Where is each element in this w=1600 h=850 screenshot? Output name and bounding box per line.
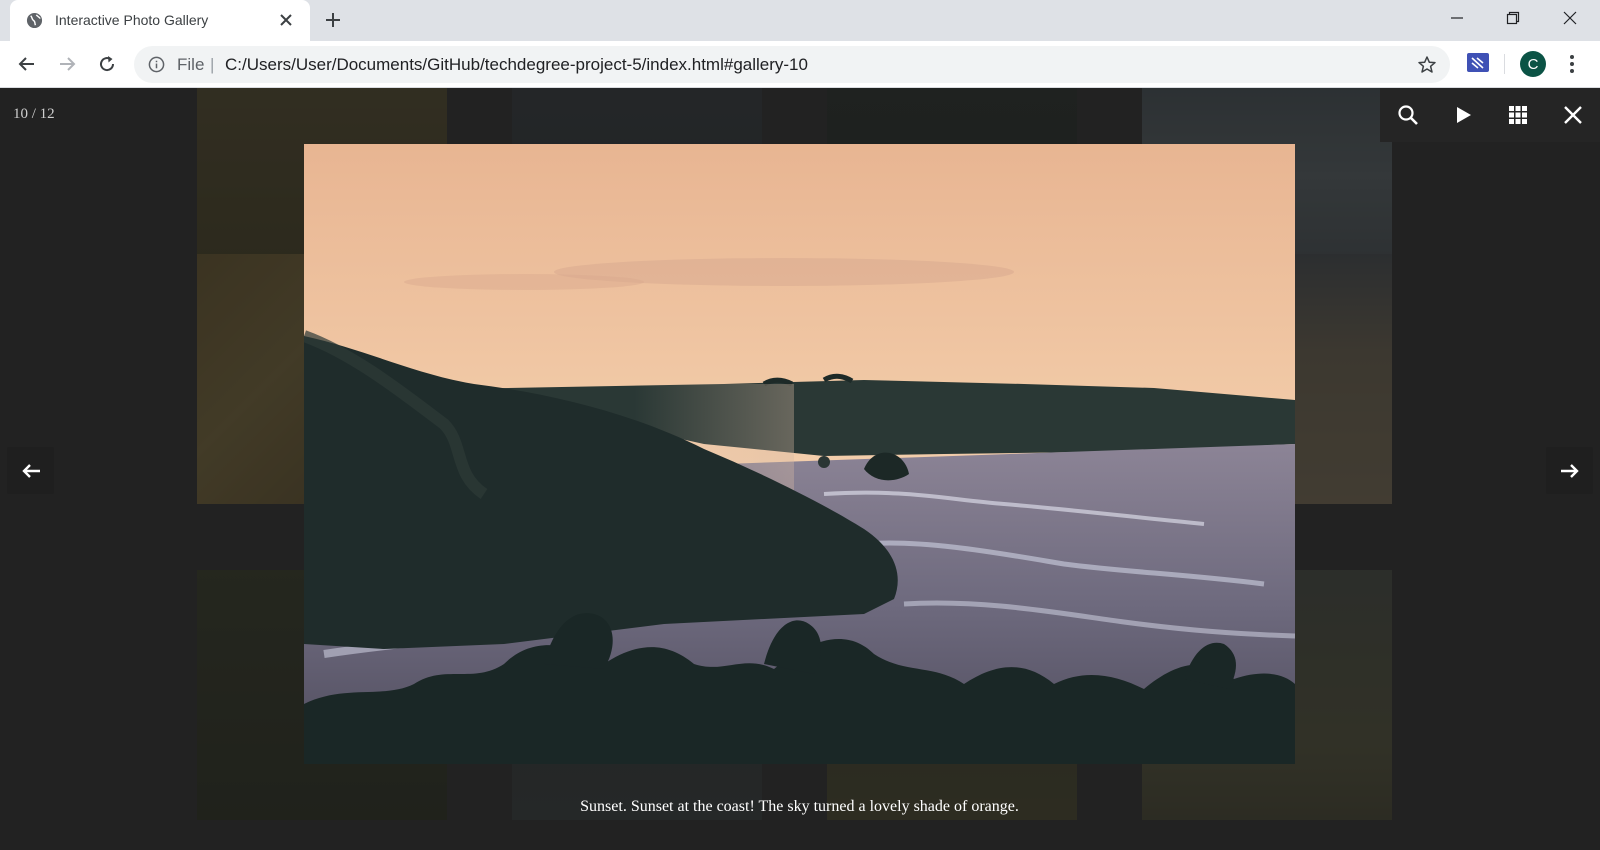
image-caption: Sunset. Sunset at the coast! The sky tur… bbox=[580, 798, 1019, 815]
close-icon bbox=[1564, 106, 1582, 124]
image-counter: 10 / 12 bbox=[13, 106, 55, 122]
profile-initial: C bbox=[1527, 55, 1539, 73]
browser-tab[interactable]: Interactive Photo Gallery bbox=[10, 0, 310, 41]
browser-menu-icon[interactable] bbox=[1562, 52, 1582, 76]
restore-icon bbox=[1506, 11, 1520, 25]
info-icon[interactable] bbox=[148, 56, 165, 73]
minimize-icon bbox=[1451, 17, 1463, 19]
close-window-icon bbox=[1563, 11, 1577, 25]
globe-icon bbox=[26, 12, 43, 29]
slideshow-button[interactable] bbox=[1451, 103, 1475, 127]
minimize-button[interactable] bbox=[1434, 0, 1480, 36]
address-bar[interactable]: File | C:/Users/User/Documents/GitHub/te… bbox=[134, 46, 1450, 83]
reload-button[interactable] bbox=[94, 51, 120, 77]
grid-icon bbox=[1509, 106, 1527, 124]
gallery-page: 10 / 12 Sunset. Sunset at the coast! The… bbox=[0, 88, 1600, 850]
forward-button[interactable] bbox=[54, 51, 80, 77]
lightbox-toolbar bbox=[1380, 88, 1600, 142]
previous-image-button[interactable] bbox=[7, 447, 54, 494]
next-image-button[interactable] bbox=[1546, 447, 1593, 494]
tab-title: Interactive Photo Gallery bbox=[55, 12, 209, 28]
arrow-forward-icon bbox=[60, 57, 76, 71]
browser-tab-strip: Interactive Photo Gallery bbox=[0, 0, 1600, 41]
lightbox-photo[interactable] bbox=[304, 144, 1295, 764]
thumbnails-button[interactable] bbox=[1506, 103, 1530, 127]
close-lightbox-button[interactable] bbox=[1561, 103, 1585, 127]
address-scheme: File bbox=[177, 55, 205, 74]
address-url[interactable]: C:/Users/User/Documents/GitHub/techdegre… bbox=[225, 55, 808, 75]
address-separator: | bbox=[210, 55, 215, 74]
toolbar-divider bbox=[1504, 54, 1505, 74]
arrow-left-icon bbox=[21, 463, 40, 478]
bookmark-star-icon[interactable] bbox=[1417, 55, 1437, 75]
arrow-right-icon bbox=[1560, 463, 1579, 478]
zoom-button[interactable] bbox=[1396, 103, 1420, 127]
profile-avatar[interactable]: C bbox=[1520, 51, 1546, 77]
browser-toolbar: File | C:/Users/User/Documents/GitHub/te… bbox=[0, 41, 1600, 88]
back-button[interactable] bbox=[14, 51, 40, 77]
close-window-button[interactable] bbox=[1547, 0, 1593, 36]
zoom-icon bbox=[1398, 105, 1418, 125]
restore-button[interactable] bbox=[1490, 0, 1536, 36]
arrow-back-icon bbox=[18, 57, 34, 71]
close-tab-icon[interactable] bbox=[276, 10, 296, 30]
new-tab-icon[interactable] bbox=[323, 10, 343, 30]
play-icon bbox=[1457, 107, 1471, 123]
extension-icon[interactable] bbox=[1466, 51, 1490, 75]
reload-icon bbox=[100, 56, 115, 72]
